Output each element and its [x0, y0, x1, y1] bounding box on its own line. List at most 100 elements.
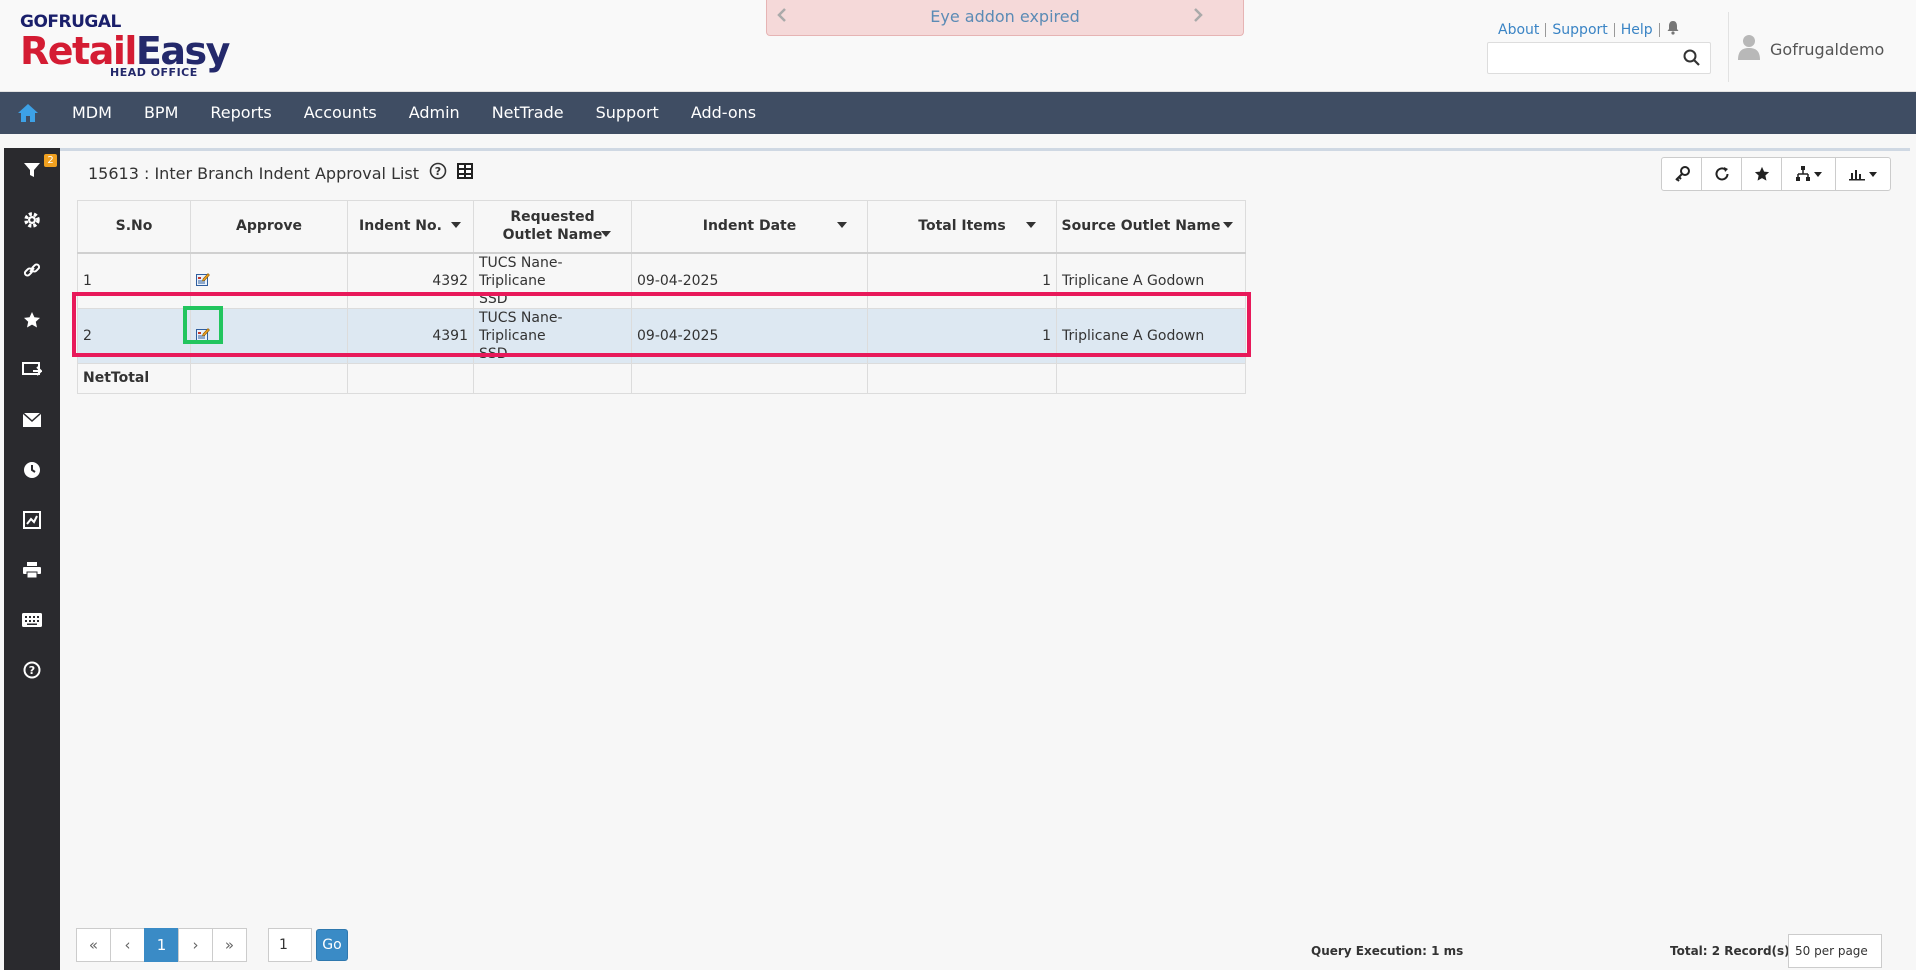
- about-link[interactable]: About: [1498, 22, 1547, 37]
- retaileasy-logo[interactable]: GOFRUGAL RetailEasy HEAD OFFICE: [20, 12, 230, 82]
- home-icon[interactable]: [0, 92, 56, 134]
- cell-source-outlet: Triplicane A Godown: [1056, 252, 1246, 309]
- requested-outlet-line2: SSD: [479, 290, 508, 307]
- cell-indent-no: 4392: [347, 252, 474, 309]
- sort-caret-icon[interactable]: [451, 222, 461, 228]
- indent-approval-table: S.No Approve Indent No. Requested Outlet…: [77, 200, 1246, 394]
- search-icon[interactable]: [1683, 49, 1700, 70]
- search-input[interactable]: [1488, 43, 1668, 73]
- link-icon[interactable]: [4, 250, 60, 290]
- requested-outlet-line2: SSD: [479, 345, 508, 362]
- col-header-indent-date-label: Indent Date: [702, 218, 797, 235]
- nav-nettrade[interactable]: NetTrade: [476, 92, 580, 134]
- sidebar: 2 ?: [4, 148, 60, 970]
- nav-addons[interactable]: Add-ons: [675, 92, 772, 134]
- prev-page-button[interactable]: ‹: [110, 928, 145, 962]
- refresh-icon[interactable]: [1702, 158, 1742, 190]
- col-header-source-outlet-label: Source Outlet Name: [1061, 218, 1221, 235]
- next-page-button[interactable]: ›: [178, 928, 213, 962]
- nav-mdm[interactable]: MDM: [56, 92, 128, 134]
- table-footer-row: NetTotal: [77, 362, 1246, 394]
- col-header-approve[interactable]: Approve: [190, 200, 348, 254]
- cell-requested-outlet: TUCS Nane- Triplicane SSD: [473, 307, 632, 364]
- key-icon[interactable]: [1662, 158, 1702, 190]
- col-header-indent-no-label: Indent No.: [359, 218, 442, 235]
- bell-icon[interactable]: [1660, 20, 1680, 39]
- logo-subtitle: HEAD OFFICE: [110, 66, 198, 79]
- col-header-indent-date[interactable]: Indent Date: [631, 200, 868, 254]
- cell-source-outlet: Triplicane A Godown: [1056, 307, 1246, 364]
- nav-support[interactable]: Support: [580, 92, 675, 134]
- pagination: « ‹ 1 › »: [76, 928, 247, 962]
- hierarchy-dropdown-icon[interactable]: [1782, 158, 1836, 190]
- notice-text[interactable]: Eye addon expired: [930, 7, 1080, 26]
- nav-bpm[interactable]: BPM: [128, 92, 194, 134]
- favorite-star-icon[interactable]: [1742, 158, 1782, 190]
- col-header-requested-outlet[interactable]: Requested Outlet Name: [473, 200, 632, 254]
- last-page-button[interactable]: »: [212, 928, 247, 962]
- top-links: About Support Help: [1498, 20, 1680, 39]
- search-field[interactable]: [1487, 42, 1711, 74]
- mail-icon[interactable]: [4, 400, 60, 440]
- main-nav: MDM BPM Reports Accounts Admin NetTrade …: [0, 92, 1916, 134]
- content-top-border: [60, 148, 1910, 151]
- sort-caret-icon[interactable]: [601, 231, 611, 237]
- clock-icon[interactable]: [4, 450, 60, 490]
- help-circle-icon[interactable]: ?: [4, 650, 60, 690]
- page-title: 15613 : Inter Branch Indent Approval Lis…: [88, 162, 474, 184]
- col-header-source-outlet[interactable]: Source Outlet Name: [1056, 200, 1246, 254]
- cell-total-items: 1: [867, 252, 1057, 309]
- table-row[interactable]: 1 4392 TUCS Nane- Triplicane SSD 09-04-2…: [77, 252, 1246, 309]
- col-header-sno[interactable]: S.No: [77, 200, 191, 254]
- gear-icon[interactable]: [4, 200, 60, 240]
- net-total-label: NetTotal: [77, 362, 191, 394]
- help-link[interactable]: Help: [1615, 22, 1660, 37]
- page-number-input[interactable]: 1: [268, 928, 312, 962]
- col-header-total-items-label: Total Items: [918, 218, 1006, 235]
- chevron-left-icon[interactable]: [777, 0, 787, 34]
- svg-text:?: ?: [435, 165, 441, 178]
- chevron-right-icon[interactable]: [1193, 0, 1203, 34]
- support-link[interactable]: Support: [1546, 22, 1615, 37]
- col-header-total-items[interactable]: Total Items: [867, 200, 1057, 254]
- query-execution-time: Query Execution: 1 ms: [1311, 944, 1464, 958]
- approve-edit-icon[interactable]: [196, 272, 210, 286]
- table-row[interactable]: 2 4391 TUCS Nane- Triplicane SSD 09-04-2…: [77, 307, 1246, 364]
- first-page-button[interactable]: «: [76, 928, 111, 962]
- chart-dropdown-icon[interactable]: [1836, 158, 1890, 190]
- col-header-indent-no[interactable]: Indent No.: [347, 200, 474, 254]
- notice-banner: Eye addon expired: [766, 0, 1244, 36]
- star-icon[interactable]: [4, 300, 60, 340]
- sort-caret-icon[interactable]: [837, 222, 847, 228]
- keyboard-icon[interactable]: [4, 600, 60, 640]
- question-circle-icon[interactable]: ?: [429, 162, 447, 184]
- page-1-button[interactable]: 1: [144, 928, 179, 962]
- nav-reports[interactable]: Reports: [194, 92, 287, 134]
- go-button[interactable]: Go: [316, 929, 348, 961]
- sort-caret-icon[interactable]: [1026, 222, 1036, 228]
- cell-indent-date: 09-04-2025: [631, 307, 868, 364]
- screen-share-icon[interactable]: [4, 350, 60, 390]
- cell-indent-no: 4391: [347, 307, 474, 364]
- cell-sno: 1: [77, 252, 191, 309]
- report-chart-icon[interactable]: [4, 500, 60, 540]
- user-menu[interactable]: Gofrugaldemo: [1738, 34, 1884, 64]
- filter-icon[interactable]: 2: [4, 150, 60, 190]
- app-header: GOFRUGAL RetailEasy HEAD OFFICE Eye addo…: [0, 0, 1916, 92]
- cell-requested-outlet: TUCS Nane- Triplicane SSD: [473, 252, 632, 309]
- printer-icon[interactable]: [4, 550, 60, 590]
- requested-outlet-line1: TUCS Nane- Triplicane: [479, 309, 563, 344]
- divider: [1728, 12, 1729, 82]
- svg-text:?: ?: [29, 664, 35, 677]
- column-layout-icon[interactable]: [457, 163, 474, 183]
- nav-admin[interactable]: Admin: [393, 92, 476, 134]
- page-title-text: 15613 : Inter Branch Indent Approval Lis…: [88, 163, 420, 183]
- sort-caret-icon[interactable]: [1223, 222, 1233, 228]
- approve-edit-icon[interactable]: [196, 327, 210, 341]
- username: Gofrugaldemo: [1770, 39, 1885, 59]
- user-avatar-icon: [1738, 34, 1760, 64]
- cell-total-items: 1: [867, 307, 1057, 364]
- cell-indent-date: 09-04-2025: [631, 252, 868, 309]
- per-page-select[interactable]: 50 per page: [1788, 934, 1882, 968]
- nav-accounts[interactable]: Accounts: [288, 92, 393, 134]
